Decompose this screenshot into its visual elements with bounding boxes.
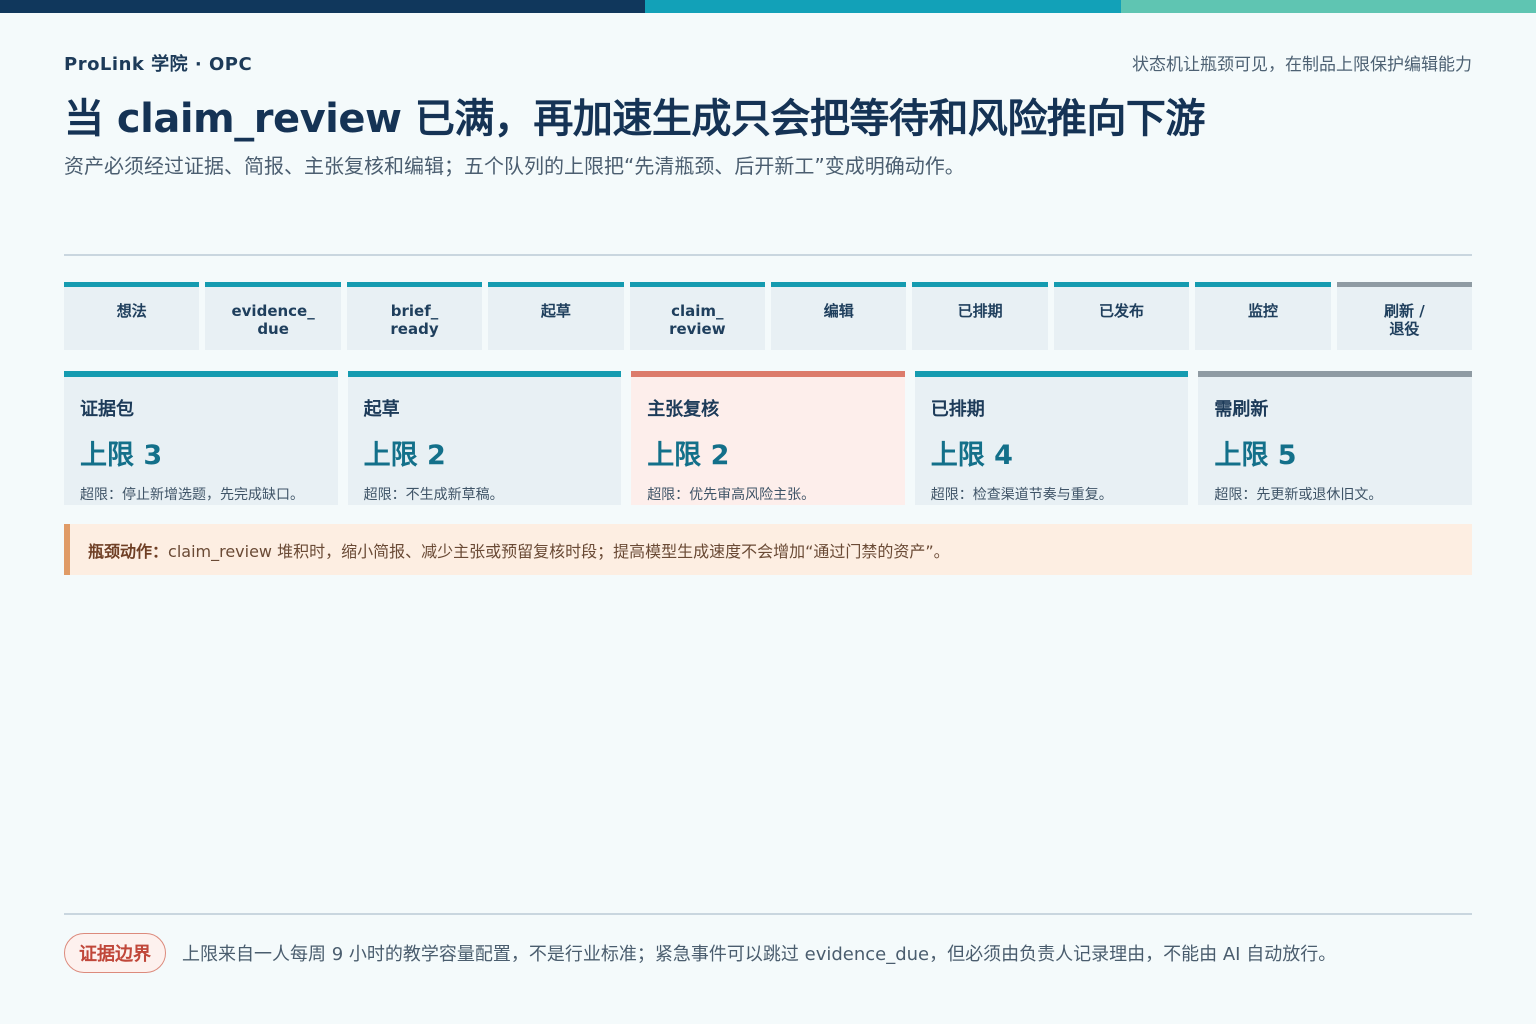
wip-card-title: 主张复核 [647,399,720,420]
accent-bar-teal [645,0,1121,13]
wip-card-title: 已排期 [930,399,985,420]
stage-label: claim_ review [669,302,726,338]
wip-card-evidence-pack: 证据包 上限 3 超限：停止新增选题，先完成缺口。 [64,371,338,505]
evidence-boundary-badge: 证据边界 [64,933,166,973]
stage-claim-review: claim_ review [629,282,766,350]
callout-text: claim_review 堆积时，缩小简报、减少主张或预留复核时段；提高模型生成… [168,541,950,561]
page-title: 当 claim_review 已满，再加速生成只会把等待和风险推向下游 [64,96,1205,142]
wip-card-note: 超限：停止新增选题，先完成缺口。 [80,487,304,503]
wip-card-note: 超限：不生成新草稿。 [363,487,504,503]
stage-label: 已发布 [1099,302,1145,320]
wip-limit-cards: 证据包 上限 3 超限：停止新增选题，先完成缺口。 起草 上限 2 超限：不生成… [64,371,1472,505]
stage-drafting: 起草 [488,282,624,350]
stage-scheduled: 已排期 [912,282,1048,350]
stage-label: 编辑 [823,302,854,320]
top-accent-bar [0,0,1536,13]
stage-label: 想法 [116,302,147,320]
wip-card-title: 起草 [363,399,400,420]
stage-published: 已发布 [1053,282,1190,350]
wip-card-title: 证据包 [80,399,134,420]
wip-card-limit: 上限 2 [647,440,730,471]
wip-card-title: 需刷新 [1214,399,1269,420]
wip-card-note: 超限：优先审高风险主张。 [647,487,816,503]
bottleneck-callout: 瓶颈动作： claim_review 堆积时，缩小简报、减少主张或预留复核时段；… [64,524,1472,575]
top-divider [64,254,1472,256]
stage-monitoring: 监控 [1195,282,1331,350]
wip-card-needs-refresh: 需刷新 上限 5 超限：先更新或退休旧文。 [1198,371,1472,505]
wip-card-claim-review: 主张复核 上限 2 超限：优先审高风险主张。 [631,371,905,505]
stage-label: evidence_ due [231,302,315,338]
wip-card-limit: 上限 2 [363,440,446,471]
brand-label: ProLink 学院 · OPC [64,54,253,75]
page-subtitle: 资产必须经过证据、简报、主张复核和编辑；五个队列的上限把“先清瓶颈、后开新工”变… [64,154,965,178]
wip-card-note: 超限：先更新或退休旧文。 [1214,487,1383,503]
footer: 证据边界 上限来自一人每周 9 小时的教学容量配置，不是行业标准；紧急事件可以跳… [64,933,1472,973]
stage-pipeline: 想法 evidence_ due brief_ ready 起草 claim_ … [64,282,1473,350]
stage-editing: 编辑 [771,282,907,350]
bottom-divider [64,913,1472,915]
stage-label: 监控 [1247,302,1278,320]
stage-label: 刷新 / 退役 [1384,302,1425,338]
stage-refresh-retire: 刷新 / 退役 [1336,282,1473,350]
wip-card-limit: 上限 5 [1214,440,1297,471]
accent-bar-navy [0,0,645,13]
accent-bar-mint [1121,0,1536,13]
stage-idea: 想法 [64,282,200,350]
wip-card-drafting: 起草 上限 2 超限：不生成新草稿。 [347,371,622,505]
callout-label: 瓶颈动作： [88,541,169,561]
stage-label: 已排期 [957,302,1003,320]
wip-card-limit: 上限 3 [80,440,163,471]
tagline: 状态机让瓶颈可见，在制品上限保护编辑能力 [1132,55,1472,75]
wip-card-scheduled: 已排期 上限 4 超限：检查渠道节奏与重复。 [914,371,1189,505]
stage-evidence-due: evidence_ due [205,282,341,350]
stage-label: brief_ ready [390,302,439,338]
wip-card-note: 超限：检查渠道节奏与重复。 [930,487,1113,503]
stage-label: 起草 [540,302,571,320]
footer-note: 上限来自一人每周 9 小时的教学容量配置，不是行业标准；紧急事件可以跳过 evi… [182,944,1337,965]
stage-brief-ready: brief_ ready [346,282,483,350]
wip-card-limit: 上限 4 [930,440,1013,471]
